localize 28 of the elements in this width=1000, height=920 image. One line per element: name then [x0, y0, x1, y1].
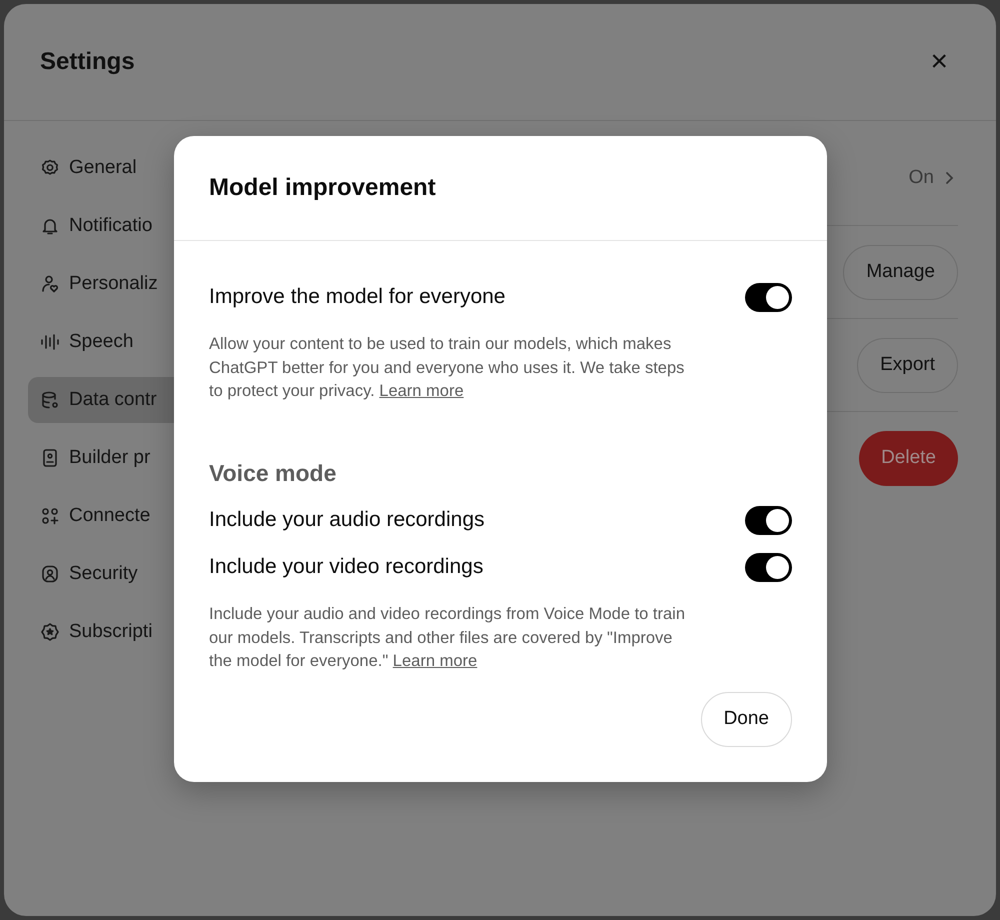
waveform-icon — [40, 332, 60, 352]
dialog-title: Model improvement — [209, 173, 436, 203]
learn-more-link[interactable]: Learn more — [392, 652, 478, 670]
sidebar-item[interactable]: Notificatio — [28, 203, 278, 249]
toggle-switch[interactable] — [745, 506, 792, 534]
export-button[interactable]: Export — [857, 338, 958, 392]
person-heart-icon — [40, 274, 60, 294]
delete-button[interactable]: Delete — [859, 431, 958, 486]
manage-button[interactable]: Manage — [843, 244, 958, 300]
toggle-label: Include your video recordings — [209, 554, 484, 580]
value-link[interactable]: On — [908, 164, 958, 192]
toggle-label: Include your audio recordings — [209, 507, 485, 534]
id-card-icon — [40, 448, 60, 468]
bell-icon — [40, 216, 60, 236]
shield-icon — [40, 564, 60, 584]
chevron-icon — [944, 170, 954, 186]
apps-icon — [40, 506, 60, 526]
badge-icon — [40, 622, 60, 642]
close-button[interactable]: × — [930, 47, 948, 77]
toggle-switch[interactable] — [745, 282, 792, 312]
database-icon — [40, 390, 60, 410]
learn-more-link[interactable]: Learn more — [379, 382, 464, 400]
window-title: Settings — [40, 47, 135, 77]
done-button[interactable]: Done — [700, 692, 792, 747]
description-text: Include your audio and video recordings from Voice Mode to train our models. Transcripts and other files are covered by "Improve the model for everyone." Learn more — [209, 604, 686, 672]
section-heading: Voice mode — [209, 458, 338, 488]
toggle-label: Improve the model for everyone — [209, 284, 506, 310]
toggle-switch[interactable] — [745, 552, 792, 582]
